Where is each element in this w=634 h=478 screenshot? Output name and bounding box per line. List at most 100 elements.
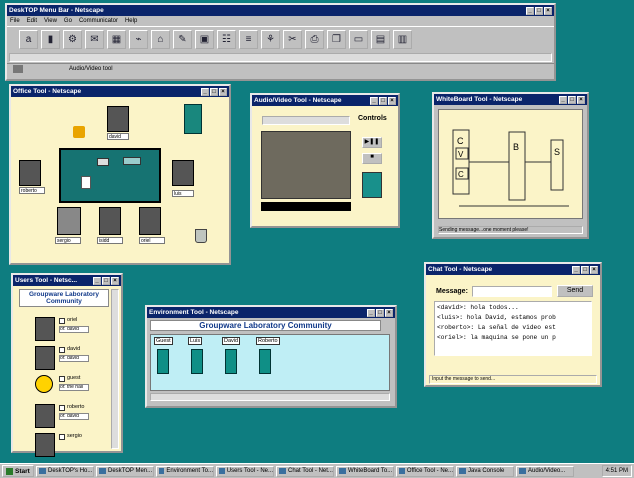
toolbar-tool-icon[interactable]: ❐ [327,30,346,49]
maximize-icon[interactable]: □ [581,265,589,274]
chat-titlebar[interactable]: Chat Tool - Netscape _ □ × [426,264,600,275]
toolbar-tool-icon[interactable]: ▤ [371,30,390,49]
toolbar-tool-icon[interactable]: ☷ [217,30,236,49]
taskbar-item[interactable]: Users Tool - Ne... [216,465,274,477]
close-icon[interactable]: × [590,265,598,274]
minimize-icon[interactable]: _ [572,265,580,274]
toolbar-tool-icon[interactable]: ✂ [283,30,302,49]
menu-2[interactable]: View [44,18,57,24]
office-titlebar[interactable]: Office Tool - Netscape _ □ × [11,86,229,97]
avatar-oriel[interactable] [139,207,161,235]
toolbar-tool-icon[interactable]: ⎙ [305,30,324,49]
toolbar-tool-icon[interactable]: ✉ [85,30,104,49]
menu-1[interactable]: Edit [27,18,37,24]
toolbar-tool-icon[interactable]: ▭ [349,30,368,49]
toolbar-tool-icon[interactable]: ✎ [173,30,192,49]
menu-0[interactable]: File [10,18,20,24]
maximize-icon[interactable]: □ [535,6,543,15]
toolbar-tool-icon[interactable]: ▥ [393,30,412,49]
environment-titlebar[interactable]: Environment Tool - Netscape _ □ × [147,307,395,318]
taskbar-item[interactable]: WhiteBoard To... [336,465,394,477]
toolbar-tool-icon[interactable]: ▣ [195,30,214,49]
maximize-icon[interactable]: □ [379,96,387,105]
taskbar-item[interactable]: DeskTOP's Ho... [36,465,94,477]
minimize-icon[interactable]: _ [559,95,567,104]
menu-scrollbar[interactable] [9,53,552,62]
menu-5[interactable]: Help [125,18,137,24]
avatar-roberto[interactable] [19,160,41,186]
document-icon[interactable] [81,176,91,189]
minimize-icon[interactable]: _ [201,87,209,96]
laptop-icon[interactable] [123,157,141,165]
meeting-table[interactable] [59,148,161,203]
av-titlebar[interactable]: Audio/Video Tool - Netscape _ □ × [252,95,398,106]
user-row[interactable]: guest of: the hall [35,375,109,404]
recycle-bin-icon[interactable] [195,229,207,243]
checkbox[interactable] [59,318,65,324]
avatar-luis[interactable] [172,160,194,186]
toolbar-tool-icon[interactable]: ⌂ [151,30,170,49]
room-door-icon[interactable] [259,349,271,374]
whiteboard-canvas[interactable]: C V C B S [438,109,583,219]
avatar-sergio[interactable] [57,207,81,235]
user-row[interactable]: david of: david [35,346,109,375]
toolbar-tool-icon[interactable]: ▦ [107,30,126,49]
avatar-david[interactable] [107,106,129,132]
room-door-icon[interactable] [157,349,169,374]
minimize-icon[interactable]: _ [370,96,378,105]
maximize-icon[interactable]: □ [210,87,218,96]
avatar-isidd[interactable] [99,207,121,235]
maximize-icon[interactable]: □ [376,308,384,317]
close-icon[interactable]: × [111,276,119,285]
close-icon[interactable]: × [577,95,585,104]
taskbar-item[interactable]: DeskTOP Men... [96,465,154,477]
stop-button[interactable]: ■ [362,153,382,164]
taskbar-item[interactable]: Chat Tool - Net... [276,465,334,477]
menu-3[interactable]: Go [64,18,72,24]
maximize-icon[interactable]: □ [102,276,110,285]
menu-bar-titlebar[interactable]: DeskTOP Menu Bar - Netscape _ □ × [7,5,554,16]
minimize-icon[interactable]: _ [526,6,534,15]
checkbox[interactable] [59,434,65,440]
toolbar-tool-icon[interactable]: ⚙ [63,30,82,49]
checkbox[interactable] [59,376,65,382]
toolbar-tool-icon[interactable]: ⌁ [129,30,148,49]
users-titlebar[interactable]: Users Tool - Netsc... _ □ × [13,275,121,286]
office-door-icon[interactable] [184,104,202,134]
toolbar-tool-icon[interactable]: ▮ [41,30,60,49]
volume-slider[interactable] [362,172,382,198]
chat-log[interactable]: <david>: hola todos... <luis>: hola David… [434,301,592,356]
user-row[interactable]: oriel of: david [35,317,109,346]
play-pause-button[interactable]: ▶❚❚ [362,137,382,148]
user-row[interactable]: sergio [35,433,109,462]
users-scrollbar[interactable] [111,289,119,449]
message-input[interactable] [472,286,552,297]
room-door-icon[interactable] [225,349,237,374]
taskbar-item[interactable]: Environment To... [156,465,214,477]
close-icon[interactable]: × [544,6,552,15]
user-row[interactable]: roberto of: david [35,404,109,433]
close-icon[interactable]: × [219,87,227,96]
room-door-icon[interactable] [191,349,203,374]
environment-scrollbar[interactable] [150,393,390,401]
close-icon[interactable]: × [385,308,393,317]
start-button[interactable]: Start [2,465,34,477]
send-button[interactable]: Send [557,285,593,297]
taskbar-item[interactable]: Java Console [456,465,514,477]
checkbox[interactable] [59,347,65,353]
desk-lamp-icon[interactable] [73,126,85,138]
toolbar-tool-icon[interactable]: a [19,30,38,49]
checkbox[interactable] [59,405,65,411]
whiteboard-titlebar[interactable]: WhiteBoard Tool - Netscape _ □ × [434,94,587,105]
taskbar-item[interactable]: Audio/Video... [516,465,574,477]
toolbar-tool-icon[interactable]: ≡ [239,30,258,49]
menu-4[interactable]: Communicator [79,18,118,24]
printer-icon[interactable] [97,158,109,166]
close-icon[interactable]: × [388,96,396,105]
maximize-icon[interactable]: □ [568,95,576,104]
av-progress[interactable] [262,116,350,125]
minimize-icon[interactable]: _ [93,276,101,285]
minimize-icon[interactable]: _ [367,308,375,317]
taskbar-item[interactable]: Office Tool - Ne... [396,465,454,477]
toolbar-tool-icon[interactable]: ⚘ [261,30,280,49]
